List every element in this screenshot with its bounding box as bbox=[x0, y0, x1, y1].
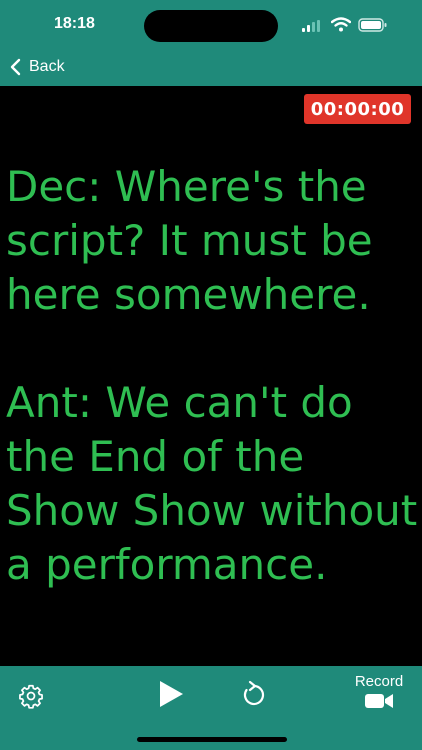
signal-icon bbox=[302, 20, 320, 32]
play-icon bbox=[160, 681, 183, 707]
top-bar: 18:18 Back bbox=[0, 0, 422, 86]
play-button[interactable] bbox=[157, 680, 185, 713]
video-camera-icon bbox=[365, 694, 393, 708]
back-label: Back bbox=[29, 58, 65, 75]
recording-timer: 00:00:00 bbox=[304, 94, 411, 124]
back-button[interactable]: Back bbox=[9, 55, 65, 79]
chevron-left-icon bbox=[10, 58, 21, 76]
status-time: 18:18 bbox=[54, 15, 95, 32]
wifi-icon bbox=[331, 17, 351, 32]
restart-icon bbox=[243, 680, 265, 706]
settings-button[interactable] bbox=[18, 683, 44, 714]
battery-icon bbox=[358, 18, 387, 32]
record-label: Record bbox=[354, 673, 404, 690]
gear-icon bbox=[19, 684, 43, 709]
record-button[interactable]: Record bbox=[346, 673, 412, 715]
dynamic-island bbox=[144, 10, 278, 42]
restart-button[interactable] bbox=[241, 680, 267, 713]
home-indicator bbox=[137, 737, 287, 742]
script-text: Dec: Where's the script? It must be here… bbox=[6, 162, 418, 589]
